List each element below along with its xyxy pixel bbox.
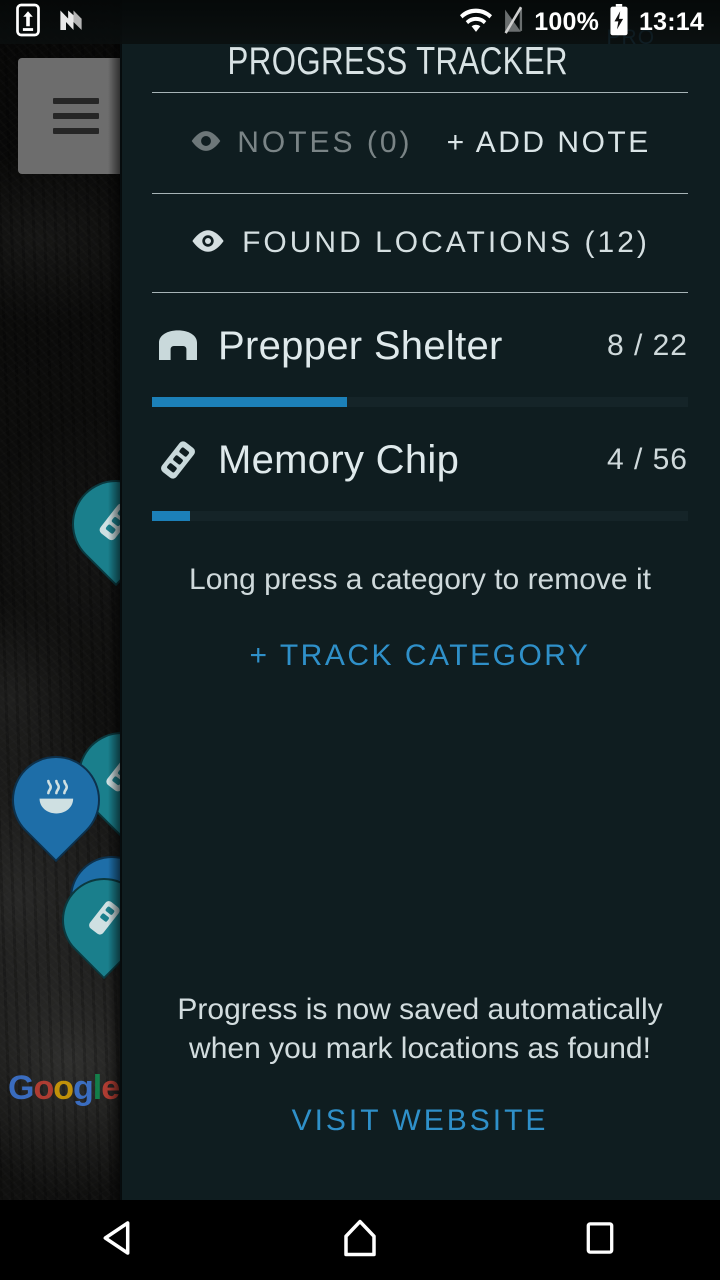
clock-label: 13:14 [639, 7, 704, 36]
android-nav-bar [0, 1200, 720, 1280]
nav-home-button[interactable] [290, 1200, 430, 1280]
track-category-button[interactable]: + TRACK CATEGORY [152, 639, 688, 673]
back-triangle-icon [99, 1217, 141, 1264]
hamburger-bar [53, 113, 99, 119]
status-bar-right: 100% 13:14 [460, 3, 704, 41]
battery-percent-label: 100% [534, 7, 600, 36]
drawer-shadow [108, 0, 122, 1200]
usb-transfer-icon [16, 3, 40, 42]
category-progress-fill [152, 511, 191, 521]
no-sim-signal-icon [502, 5, 524, 40]
recents-square-icon [582, 1220, 618, 1261]
visit-website-link[interactable]: VISIT WEBSITE [152, 1104, 688, 1138]
memory-chip-icon [152, 438, 204, 482]
notes-toggle[interactable]: NOTES (0) [189, 126, 412, 160]
google-letter: g [73, 1069, 94, 1107]
category-progress-fill [152, 397, 348, 407]
eye-icon [190, 229, 226, 258]
notes-row: NOTES (0) + ADD NOTE [152, 93, 688, 193]
google-letter: o [53, 1069, 74, 1107]
add-note-button[interactable]: + ADD NOTE [447, 126, 651, 160]
notes-label: NOTES (0) [237, 126, 413, 159]
hamburger-bar [53, 128, 99, 134]
divider [152, 292, 688, 293]
found-locations-row[interactable]: FOUND LOCATIONS (12) [152, 194, 688, 292]
app-screen: Google PROGRESS TRACKER PRO NOTES (0) [0, 0, 720, 1280]
nav-recents-button[interactable] [530, 1200, 670, 1280]
home-pentagon-icon [339, 1217, 381, 1264]
long-press-hint: Long press a category to remove it [189, 563, 651, 596]
nova-n-icon [56, 5, 86, 40]
category-progress-track [152, 511, 688, 521]
bunker-shelter-icon [152, 324, 204, 368]
category-header: Prepper Shelter 8 / 22 [152, 315, 688, 377]
divider [152, 193, 688, 194]
google-watermark: Google [8, 1069, 120, 1108]
status-bar: 100% 13:14 [0, 0, 720, 44]
footer-message: Progress is now saved automatically when… [177, 993, 663, 1065]
category-row[interactable]: Prepper Shelter 8 / 22 [152, 293, 688, 407]
category-count: 8 / 22 [606, 329, 688, 362]
google-letter: G [8, 1069, 34, 1107]
google-letter: o [33, 1069, 54, 1107]
wifi-icon [460, 7, 493, 38]
category-name: Prepper Shelter [218, 323, 503, 368]
eye-icon [189, 126, 223, 160]
steam-bowl-icon [32, 774, 80, 827]
category-name: Memory Chip [218, 437, 460, 482]
found-locations-label: FOUND LOCATIONS (12) [242, 226, 650, 259]
page-title: PROGRESS TRACKER [227, 40, 568, 83]
battery-charging-icon [609, 3, 629, 41]
category-count: 4 / 56 [606, 443, 688, 476]
category-row[interactable]: Memory Chip 4 / 56 [152, 407, 688, 521]
divider [152, 92, 688, 93]
nav-back-button[interactable] [50, 1200, 190, 1280]
category-header: Memory Chip 4 / 56 [152, 429, 688, 491]
category-progress-track [152, 397, 688, 407]
progress-tracker-drawer: PROGRESS TRACKER PRO NOTES (0) + ADD NOT… [120, 0, 720, 1200]
status-bar-left [16, 3, 86, 42]
google-letter: l [92, 1069, 103, 1107]
drawer-footer: Progress is now saved automatically when… [152, 991, 688, 1200]
hamburger-bar [53, 98, 99, 104]
